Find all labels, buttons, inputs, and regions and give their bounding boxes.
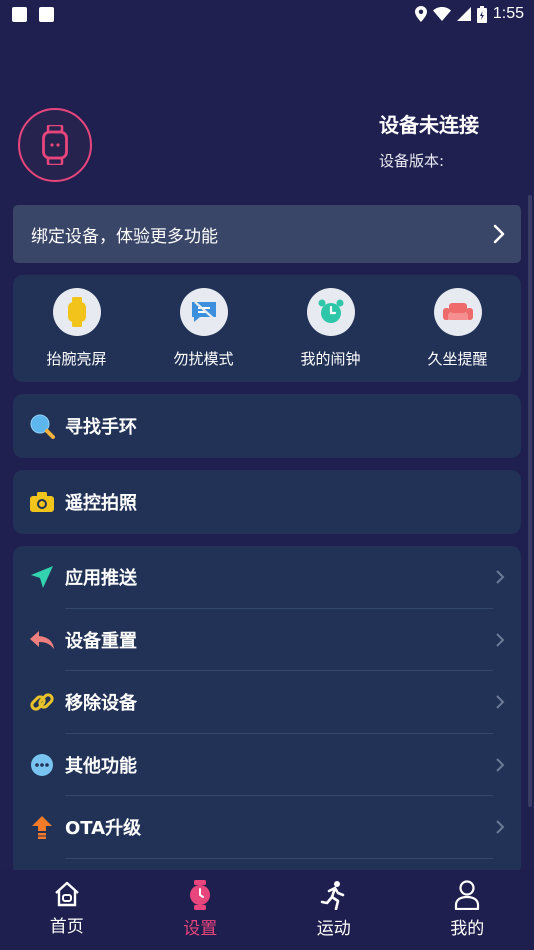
- bottom-nav: 首页 设置 运动 我的: [0, 870, 534, 950]
- chevron-right-icon: [493, 224, 505, 244]
- sofa-icon: [433, 288, 482, 336]
- nav-label: 设置: [183, 919, 218, 939]
- notification-icon: [12, 6, 27, 22]
- search-icon: [29, 413, 55, 439]
- bind-device-banner[interactable]: 绑定设备，体验更多功能: [13, 205, 521, 263]
- chevron-right-icon: [496, 633, 505, 647]
- list-item-label: 移除设备: [65, 693, 137, 715]
- list-item-ota-upgrade[interactable]: OTA升级: [13, 796, 521, 859]
- location-icon: [414, 6, 427, 22]
- list-item-label: OTA升级: [65, 818, 142, 840]
- send-icon: [29, 564, 55, 590]
- watch-icon: [42, 125, 68, 165]
- nav-label: 我的: [450, 919, 485, 939]
- divider: [65, 857, 493, 859]
- chevron-right-icon: [496, 695, 505, 709]
- person-icon: [455, 880, 480, 910]
- notification-icon: [39, 6, 54, 22]
- more-icon: [29, 752, 55, 778]
- bind-device-label: 绑定设备，体验更多功能: [31, 226, 218, 247]
- scrollbar[interactable]: [528, 195, 532, 807]
- nav-item-sport[interactable]: 运动: [267, 870, 401, 950]
- device-status: 设备未连接: [379, 113, 479, 137]
- quick-item-alarm[interactable]: 我的闹钟: [267, 275, 394, 382]
- camera-icon: [29, 489, 55, 515]
- wifi-icon: [432, 7, 451, 21]
- chevron-right-icon: [496, 758, 505, 772]
- device-version: 设备版本:: [379, 152, 445, 170]
- nav-label: 首页: [49, 917, 84, 937]
- watch-raise-icon: [52, 288, 101, 336]
- reply-icon: [29, 627, 55, 653]
- list-item-app-push[interactable]: 应用推送: [13, 546, 521, 609]
- find-band-row[interactable]: 寻找手环: [13, 394, 521, 458]
- nav-item-home[interactable]: 首页: [0, 870, 134, 950]
- status-bar: 1:55: [0, 0, 534, 28]
- link-icon: [29, 689, 55, 715]
- upgrade-icon: [29, 814, 55, 840]
- quick-item-raise-wake[interactable]: 抬腕亮屏: [13, 275, 140, 382]
- status-indicators: 1:55: [414, 5, 524, 23]
- list-item-label: 其他功能: [65, 755, 137, 777]
- home-icon: [54, 881, 79, 907]
- alarm-clock-icon: [306, 288, 355, 336]
- list-item-label: 应用推送: [65, 568, 137, 590]
- quick-label: 抬腕亮屏: [46, 350, 107, 368]
- device-avatar[interactable]: [18, 108, 92, 182]
- no-disturb-icon: [179, 288, 228, 336]
- quick-label: 我的闹钟: [300, 350, 361, 368]
- list-item-remove-device[interactable]: 移除设备: [13, 671, 521, 734]
- chevron-right-icon: [496, 820, 505, 834]
- remote-photo-row[interactable]: 遥控拍照: [13, 470, 521, 534]
- quick-item-sedentary[interactable]: 久坐提醒: [394, 275, 521, 382]
- battery-icon: [476, 5, 487, 23]
- running-icon: [320, 881, 345, 910]
- cellular-icon: [456, 7, 471, 21]
- nav-label: 运动: [316, 919, 351, 939]
- nav-item-mine[interactable]: 我的: [401, 870, 534, 950]
- list-item-other-functions[interactable]: 其他功能: [13, 734, 521, 796]
- quick-label: 勿扰模式: [173, 350, 234, 368]
- chevron-right-icon: [496, 570, 505, 584]
- quick-item-do-not-disturb[interactable]: 勿扰模式: [140, 275, 267, 382]
- nav-item-settings[interactable]: 设置: [134, 870, 268, 950]
- settings-list: 应用推送 设备重置 移除设备 其他功能 OTA升级: [13, 546, 521, 876]
- status-time: 1:55: [492, 5, 524, 22]
- watch-icon: [190, 880, 211, 910]
- remote-photo-label: 遥控拍照: [65, 493, 137, 514]
- list-item-device-reset[interactable]: 设备重置: [13, 609, 521, 671]
- quick-functions-card: 抬腕亮屏 勿扰模式 我的闹钟 久坐提醒: [13, 275, 521, 382]
- quick-label: 久坐提醒: [427, 350, 488, 368]
- list-item-label: 设备重置: [65, 630, 137, 652]
- find-band-label: 寻找手环: [65, 417, 137, 438]
